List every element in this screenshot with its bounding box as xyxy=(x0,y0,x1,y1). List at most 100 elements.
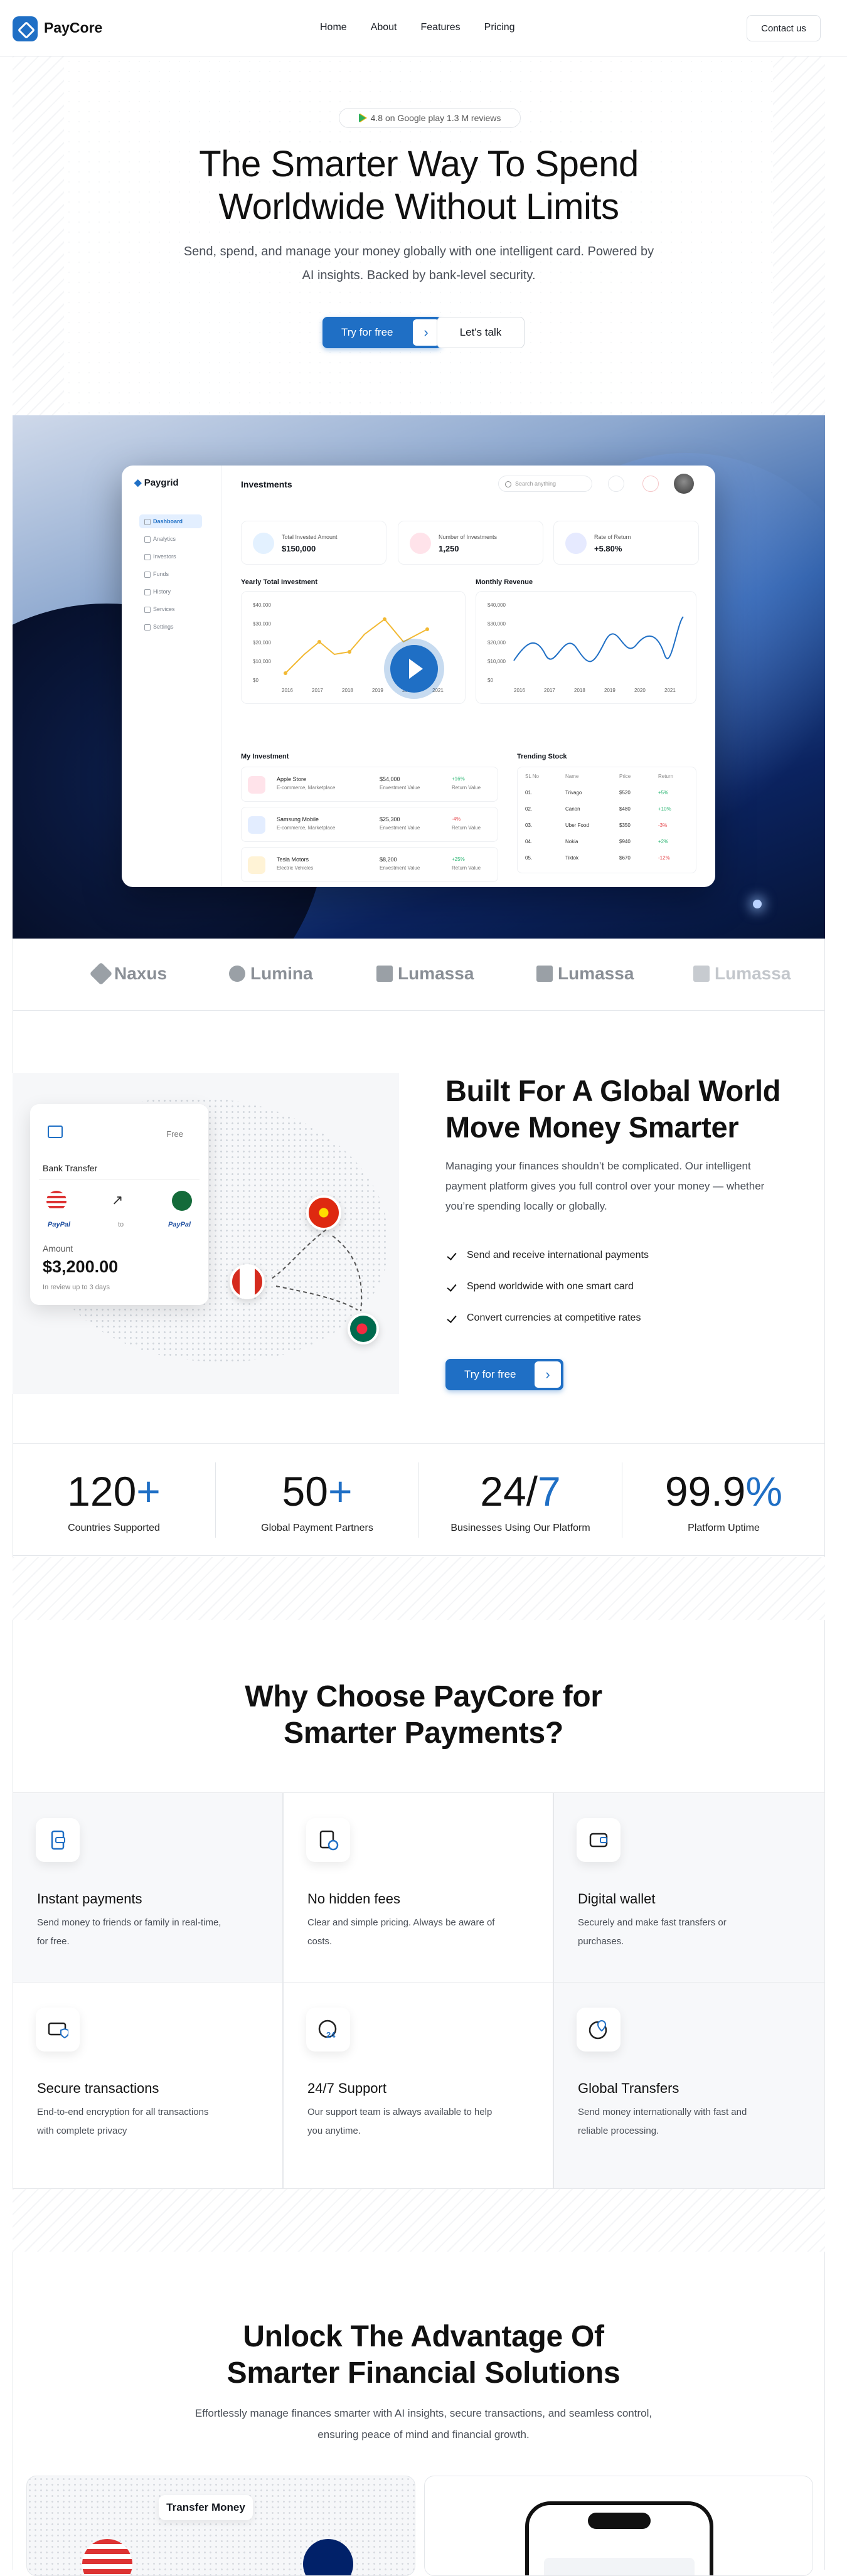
table-row[interactable]: 01. Trivago $520 +5% xyxy=(525,790,690,804)
table-row[interactable]: 05. Tiktok $670 -12% xyxy=(525,855,690,869)
investment-row[interactable]: Samsung Mobile E-commerce, Marketplace $2… xyxy=(241,807,498,842)
settings-icon[interactable] xyxy=(608,476,624,492)
google-icon xyxy=(248,816,265,834)
feature-card: Global Transfers Send money international… xyxy=(553,1982,825,2189)
y-tick: $0 xyxy=(253,678,258,683)
globe-pin-icon xyxy=(577,2008,621,2052)
phone-payment-icon xyxy=(36,1818,80,1862)
transfer-money-card: Transfer Money xyxy=(26,2476,415,2576)
stat-label: Rate of Return xyxy=(594,534,631,540)
sidebar-item-dashboard[interactable]: Dashboard xyxy=(139,514,202,528)
x-tick: 2017 xyxy=(312,688,323,693)
pie-icon xyxy=(410,533,431,554)
x-tick: 2020 xyxy=(634,688,646,693)
try-free-button[interactable]: Try for free › xyxy=(322,317,442,348)
sidebar-item-services[interactable]: Services xyxy=(139,602,202,616)
investment-row[interactable]: Apple Store E-commerce, Marketplace $54,0… xyxy=(241,767,498,802)
y-tick: $30,000 xyxy=(487,621,506,627)
phone-screen-card xyxy=(544,2558,695,2575)
sidebar-item-analytics[interactable]: Analytics xyxy=(139,532,202,546)
my-investment-title: My Investment xyxy=(241,753,289,760)
nav-link-features[interactable]: Features xyxy=(421,22,461,33)
stat-value: 1,250 xyxy=(439,544,459,553)
feature-card: Instant payments Send money to friends or… xyxy=(13,1792,283,1983)
feature-card: Digital wallet Securely and make fast tra… xyxy=(553,1792,825,1983)
hero-title: The Smarter Way To Spend Worldwide Witho… xyxy=(13,143,825,228)
nav-link-pricing[interactable]: Pricing xyxy=(484,22,515,33)
investment-row[interactable]: Tesla Motors Electric Vehicles $8,200 Enve… xyxy=(241,847,498,882)
lets-talk-button[interactable]: Let's talk xyxy=(437,317,525,348)
logo-lumassa: Lumassa xyxy=(693,964,791,984)
amount-label: Amount xyxy=(43,1243,73,1253)
nav-link-about[interactable]: About xyxy=(371,22,397,33)
why-title: Why Choose PayCore for Smarter Payments? xyxy=(245,1680,602,1750)
try-free-button-secondary[interactable]: Try for free › xyxy=(445,1359,563,1390)
y-tick: $0 xyxy=(487,678,493,683)
bank-transfer-label: Bank Transfer xyxy=(43,1163,98,1173)
play-video-button[interactable] xyxy=(390,645,438,693)
dashboard-search-input[interactable]: Search anything xyxy=(498,476,592,492)
yearly-line-chart: $40,000 $30,000 $20,000 $10,000 $0 2016 … xyxy=(253,602,444,693)
stat-partners: 50+ Global Payment Partners xyxy=(261,1468,373,1533)
y-tick: $40,000 xyxy=(253,602,271,608)
table-row[interactable]: 03. Uber Food $350 -3% xyxy=(525,822,690,836)
unlock-title: Unlock The Advantage Of Smarter Financial… xyxy=(226,2320,621,2390)
y-tick: $20,000 xyxy=(487,640,506,646)
stat-value: $150,000 xyxy=(282,544,316,553)
feature-check-item: Spend worldwide with one smart card xyxy=(447,1281,634,1292)
sidebar-item-investors[interactable]: Investors xyxy=(139,550,202,563)
to-label: to xyxy=(118,1221,124,1228)
yearly-chart-title: Yearly Total Investment xyxy=(241,578,318,586)
brand-name[interactable]: PayCore xyxy=(44,19,102,36)
yearly-chart: $40,000 $30,000 $20,000 $10,000 $0 2016 … xyxy=(241,591,466,704)
trending-table: SL No Name Price Return 01. Trivago $520 +5%… xyxy=(517,767,696,873)
stat-card-investments: Number of Investments 1,250 xyxy=(398,521,543,565)
exchange-icon xyxy=(565,533,587,554)
feature-card: Secure transactions End-to-end encryption… xyxy=(13,1982,283,2189)
y-tick: $30,000 xyxy=(253,621,271,627)
stats-strip: 120+ Countries Supported 50+ Global Paym… xyxy=(13,1443,825,1556)
y-tick: $10,000 xyxy=(253,659,271,664)
google-play-icon xyxy=(358,114,366,122)
svg-text:24: 24 xyxy=(326,2030,336,2040)
sidebar-item-history[interactable]: History xyxy=(139,585,202,599)
try-free-label: Try for free xyxy=(341,326,393,338)
stat-countries: 120+ Countries Supported xyxy=(67,1468,161,1533)
dashboard-sidebar: ◆ Paygrid Dashboard Analytics Investors … xyxy=(122,466,222,887)
monthly-chart-title: Monthly Revenue xyxy=(476,578,533,586)
table-row[interactable]: 02. Canon $480 +10% xyxy=(525,806,690,820)
stat-businesses: 24/7 Businesses Using Our Platform xyxy=(450,1468,590,1533)
x-tick: 2021 xyxy=(432,688,444,693)
feature-card: 24 24/7 Support Our support team is alway… xyxy=(283,1982,553,2189)
notification-icon[interactable] xyxy=(642,476,659,492)
canada-flag-icon xyxy=(230,1264,265,1299)
paypal-logo: PayPal xyxy=(48,1221,71,1228)
sidebar-item-settings[interactable]: Settings xyxy=(139,620,202,634)
sidebar-item-funds[interactable]: Funds xyxy=(139,567,202,581)
stat-card-return: Rate of Return +5.80% xyxy=(553,521,699,565)
logo-lumassa: Lumassa xyxy=(376,964,474,984)
x-tick: 2019 xyxy=(604,688,615,693)
paycore-logo-icon[interactable] xyxy=(13,16,38,41)
avatar[interactable] xyxy=(674,474,694,494)
arrow-icon: ↗ xyxy=(112,1192,124,1208)
logo-lumassa: Lumassa xyxy=(536,964,634,984)
stat-label: Total Invested Amount xyxy=(282,534,338,540)
amount-note: In review up to 3 days xyxy=(43,1284,110,1291)
y-tick: $40,000 xyxy=(487,602,506,608)
invoice-icon xyxy=(306,1818,350,1862)
nav-link-home[interactable]: Home xyxy=(320,22,347,33)
fee-tag: Free xyxy=(166,1129,183,1139)
bangladesh-flag-icon xyxy=(348,1313,379,1344)
x-tick: 2016 xyxy=(282,688,293,693)
feature-check-item: Send and receive international payments xyxy=(447,1250,649,1261)
x-tick: 2021 xyxy=(664,688,676,693)
table-row[interactable]: 04. Nokia $940 +2% xyxy=(525,839,690,853)
x-tick: 2016 xyxy=(514,688,525,693)
apple-icon xyxy=(248,776,265,794)
x-tick: 2017 xyxy=(544,688,555,693)
hero-title-line2: Worldwide Without Limits xyxy=(218,186,619,227)
saudi-flag-icon xyxy=(172,1191,192,1211)
partner-logos: Naxus Lumina Lumassa Lumassa Lumassa xyxy=(13,939,825,1011)
contact-button[interactable]: Contact us xyxy=(747,15,821,41)
